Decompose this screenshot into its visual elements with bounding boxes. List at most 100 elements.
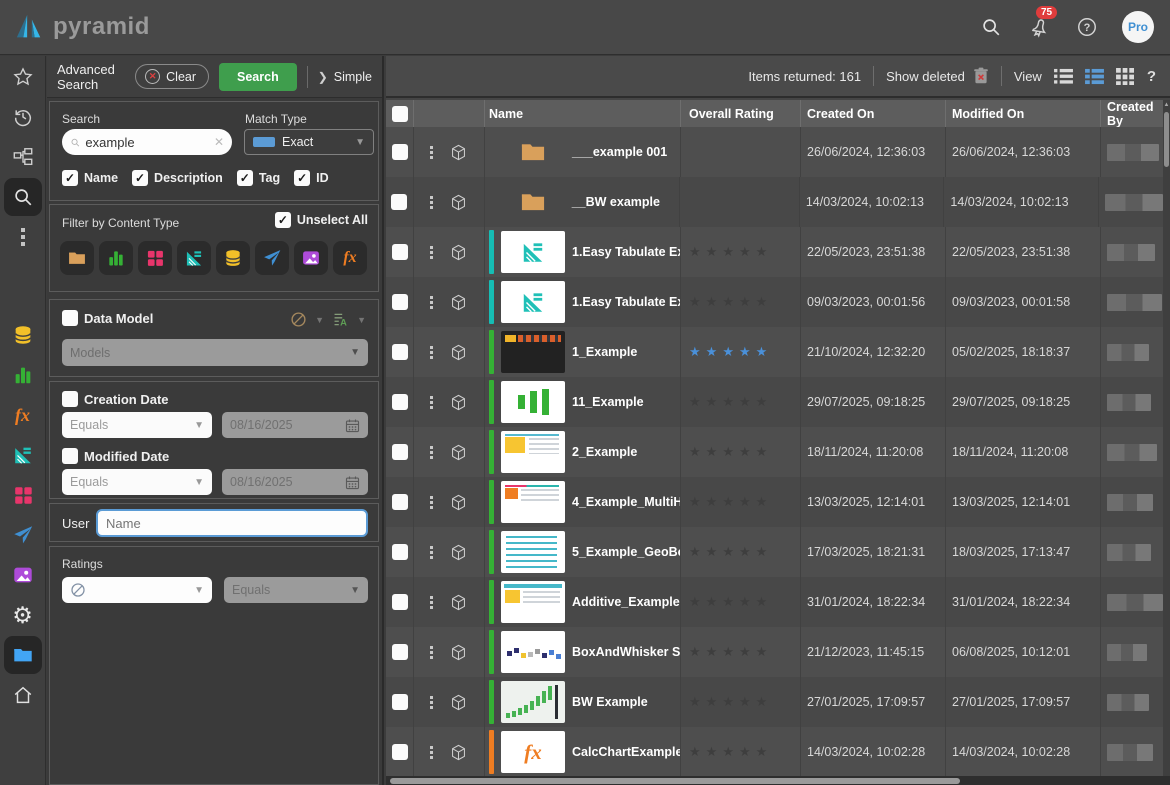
row-checkbox[interactable] xyxy=(392,544,408,560)
rating-stars[interactable]: ★★★★★ xyxy=(681,677,801,727)
star-icon[interactable]: ★ xyxy=(739,444,751,460)
sidebar-grid-icon[interactable] xyxy=(4,476,42,514)
star-icon[interactable]: ★ xyxy=(722,594,734,610)
star-icon[interactable]: ★ xyxy=(722,294,734,310)
creation-date-checkbox[interactable]: Creation Date xyxy=(62,391,169,407)
cube-icon[interactable] xyxy=(449,593,468,612)
sidebar-more-icon[interactable] xyxy=(4,218,42,256)
star-icon[interactable]: ★ xyxy=(706,594,718,610)
notifications-icon[interactable]: 75 xyxy=(1026,14,1052,40)
rating-stars[interactable]: ★★★★★ xyxy=(681,377,801,427)
cube-icon[interactable] xyxy=(449,143,468,162)
table-row[interactable]: 1.Easy Tabulate Exam ★★★★★ 22/05/2023, 2… xyxy=(386,227,1163,277)
filter-bar-chart-icon[interactable] xyxy=(99,241,133,275)
star-icon[interactable]: ★ xyxy=(706,394,718,410)
star-icon[interactable]: ★ xyxy=(756,694,768,710)
star-icon[interactable]: ★ xyxy=(706,494,718,510)
star-icon[interactable]: ★ xyxy=(739,244,751,260)
show-deleted-toggle[interactable]: Show deleted xyxy=(886,67,989,85)
star-icon[interactable]: ★ xyxy=(739,594,751,610)
row-checkbox[interactable] xyxy=(392,244,408,260)
row-checkbox[interactable] xyxy=(391,194,407,210)
star-icon[interactable]: ★ xyxy=(722,494,734,510)
star-icon[interactable]: ★ xyxy=(689,444,701,460)
star-icon[interactable]: ★ xyxy=(706,244,718,260)
cube-icon[interactable] xyxy=(449,243,468,262)
scroll-up-arrow-icon[interactable]: ▲ xyxy=(1163,102,1170,108)
rating-stars[interactable]: ★★★★★ xyxy=(681,277,801,327)
sidebar-favorites-star-icon[interactable] xyxy=(4,58,42,96)
row-checkbox[interactable] xyxy=(392,494,408,510)
calendar-icon[interactable] xyxy=(345,418,360,433)
field-checkbox-id[interactable]: ✓ID xyxy=(294,170,329,186)
row-checkbox[interactable] xyxy=(392,394,408,410)
rating-stars[interactable]: ★★★★★ xyxy=(681,577,801,627)
filter-folder-icon[interactable] xyxy=(60,241,94,275)
row-checkbox[interactable] xyxy=(392,444,408,460)
star-icon[interactable]: ★ xyxy=(689,594,701,610)
header-created-by[interactable]: Created By xyxy=(1101,100,1163,127)
creation-date-input[interactable]: 08/16/2025 xyxy=(222,412,368,438)
star-icon[interactable]: ★ xyxy=(739,394,751,410)
match-type-select[interactable]: Exact ▼ xyxy=(244,129,374,155)
search-input-field[interactable] xyxy=(85,135,209,150)
star-icon[interactable]: ★ xyxy=(722,444,734,460)
table-row[interactable]: 1.Easy Tabulate Exam ★★★★★ 09/03/2023, 0… xyxy=(386,277,1163,327)
row-menu-icon[interactable] xyxy=(430,446,433,459)
cube-icon[interactable] xyxy=(449,343,468,362)
star-icon[interactable]: ★ xyxy=(739,344,751,360)
view-detail-list-icon[interactable] xyxy=(1085,68,1104,85)
star-icon[interactable]: ★ xyxy=(739,544,751,560)
global-search-icon[interactable] xyxy=(978,14,1004,40)
rating-stars[interactable]: ★★★★★ xyxy=(681,227,801,277)
star-icon[interactable]: ★ xyxy=(756,444,768,460)
star-icon[interactable]: ★ xyxy=(722,694,734,710)
star-icon[interactable]: ★ xyxy=(706,444,718,460)
view-grid-icon[interactable] xyxy=(1116,68,1135,85)
select-all-checkbox[interactable] xyxy=(392,106,408,122)
table-row[interactable]: 5_Example_GeoBour ★★★★★ 17/03/2025, 18:2… xyxy=(386,527,1163,577)
calendar-icon[interactable] xyxy=(345,475,360,490)
caret-down-icon[interactable]: ▼ xyxy=(357,315,366,325)
row-menu-icon[interactable] xyxy=(430,146,433,159)
star-icon[interactable]: ★ xyxy=(756,544,768,560)
row-menu-icon[interactable] xyxy=(430,546,433,559)
table-row[interactable]: 11_Example ★★★★★ 29/07/2025, 09:18:25 29… xyxy=(386,377,1163,427)
rating-stars[interactable] xyxy=(680,177,800,227)
rating-stars[interactable] xyxy=(681,127,801,177)
model-list-icon[interactable] xyxy=(332,311,349,328)
sidebar-folder-icon[interactable] xyxy=(4,636,42,674)
row-menu-icon[interactable] xyxy=(430,196,433,209)
star-icon[interactable]: ★ xyxy=(756,244,768,260)
search-input[interactable]: ✕ xyxy=(62,129,232,155)
simple-toggle[interactable]: ❯Simple xyxy=(318,70,372,84)
star-icon[interactable]: ★ xyxy=(706,344,718,360)
star-icon[interactable]: ★ xyxy=(756,344,768,360)
filter-database-icon[interactable] xyxy=(216,241,250,275)
modified-date-checkbox[interactable]: Modified Date xyxy=(62,448,169,464)
cube-icon[interactable] xyxy=(449,443,468,462)
vertical-scrollbar[interactable]: ▲ xyxy=(1163,100,1170,776)
no-model-icon[interactable] xyxy=(290,311,307,328)
table-row[interactable]: BoxAndWhisker Sim ★★★★★ 21/12/2023, 11:4… xyxy=(386,627,1163,677)
rating-stars[interactable]: ★★★★★ xyxy=(681,727,801,776)
table-row[interactable]: 4_Example_MultiHie ★★★★★ 13/03/2025, 12:… xyxy=(386,477,1163,527)
field-checkbox-description[interactable]: ✓Description xyxy=(132,170,223,186)
star-icon[interactable]: ★ xyxy=(739,694,751,710)
sidebar-search-icon[interactable] xyxy=(4,178,42,216)
sidebar-history-icon[interactable] xyxy=(4,98,42,136)
user-name-field[interactable] xyxy=(106,516,358,531)
star-icon[interactable]: ★ xyxy=(706,544,718,560)
filter-tabulate-icon[interactable] xyxy=(177,241,211,275)
search-button[interactable]: Search xyxy=(219,63,297,91)
star-icon[interactable]: ★ xyxy=(706,744,718,760)
star-icon[interactable]: ★ xyxy=(706,644,718,660)
user-name-input[interactable] xyxy=(96,509,368,537)
header-created-on[interactable]: Created On xyxy=(801,100,946,127)
row-menu-icon[interactable] xyxy=(430,496,433,509)
caret-down-icon[interactable]: ▼ xyxy=(315,315,324,325)
star-icon[interactable]: ★ xyxy=(689,294,701,310)
star-icon[interactable]: ★ xyxy=(756,644,768,660)
help-icon[interactable] xyxy=(1074,14,1100,40)
view-help-icon[interactable]: ? xyxy=(1147,68,1156,85)
